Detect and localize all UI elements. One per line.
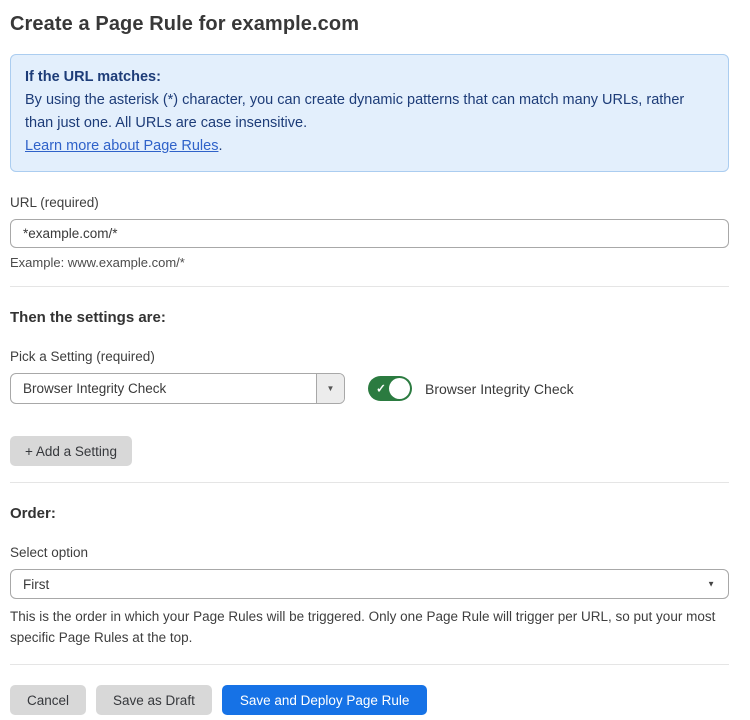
order-section-heading: Order: <box>10 505 729 522</box>
info-callout-heading: If the URL matches: <box>25 66 714 89</box>
info-callout-body: By using the asterisk (*) character, you… <box>25 89 714 135</box>
save-as-draft-button[interactable]: Save as Draft <box>96 685 212 715</box>
save-and-deploy-button[interactable]: Save and Deploy Page Rule <box>222 685 428 715</box>
chevron-down-icon: ▼ <box>327 384 335 393</box>
form-actions: Cancel Save as Draft Save and Deploy Pag… <box>10 685 729 715</box>
url-match-info-callout: If the URL matches: By using the asteris… <box>10 54 729 172</box>
check-icon: ✓ <box>376 381 386 395</box>
dropdown-arrow-button[interactable]: ▼ <box>316 374 344 403</box>
setting-dropdown[interactable]: Browser Integrity Check ▼ <box>10 373 345 404</box>
divider <box>10 482 729 483</box>
chevron-down-icon: ▼ <box>707 580 715 589</box>
cancel-button[interactable]: Cancel <box>10 685 86 715</box>
learn-more-link[interactable]: Learn more about Page Rules <box>25 138 218 154</box>
page-title: Create a Page Rule for example.com <box>10 13 729 36</box>
pick-setting-label: Pick a Setting (required) <box>10 349 729 364</box>
order-select[interactable]: First ▼ <box>10 569 729 599</box>
order-helper-text: This is the order in which your Page Rul… <box>10 606 729 648</box>
info-callout-link-line: Learn more about Page Rules. <box>25 135 714 158</box>
divider <box>10 664 729 665</box>
toggle-knob <box>389 378 410 399</box>
url-input[interactable] <box>10 219 729 248</box>
order-select-label: Select option <box>10 545 729 560</box>
settings-section-heading: Then the settings are: <box>10 309 729 326</box>
link-suffix: . <box>218 138 222 154</box>
url-field-helper: Example: www.example.com/* <box>10 255 729 270</box>
setting-toggle[interactable]: ✓ <box>368 376 412 401</box>
setting-toggle-label: Browser Integrity Check <box>425 381 574 397</box>
setting-row: Browser Integrity Check ▼ ✓ Browser Inte… <box>10 373 729 404</box>
divider <box>10 286 729 287</box>
setting-dropdown-value: Browser Integrity Check <box>11 374 316 403</box>
url-field-label: URL (required) <box>10 195 729 210</box>
order-select-value: First <box>23 577 49 592</box>
create-page-rule-form: Create a Page Rule for example.com If th… <box>10 0 729 715</box>
add-setting-button[interactable]: + Add a Setting <box>10 436 132 466</box>
